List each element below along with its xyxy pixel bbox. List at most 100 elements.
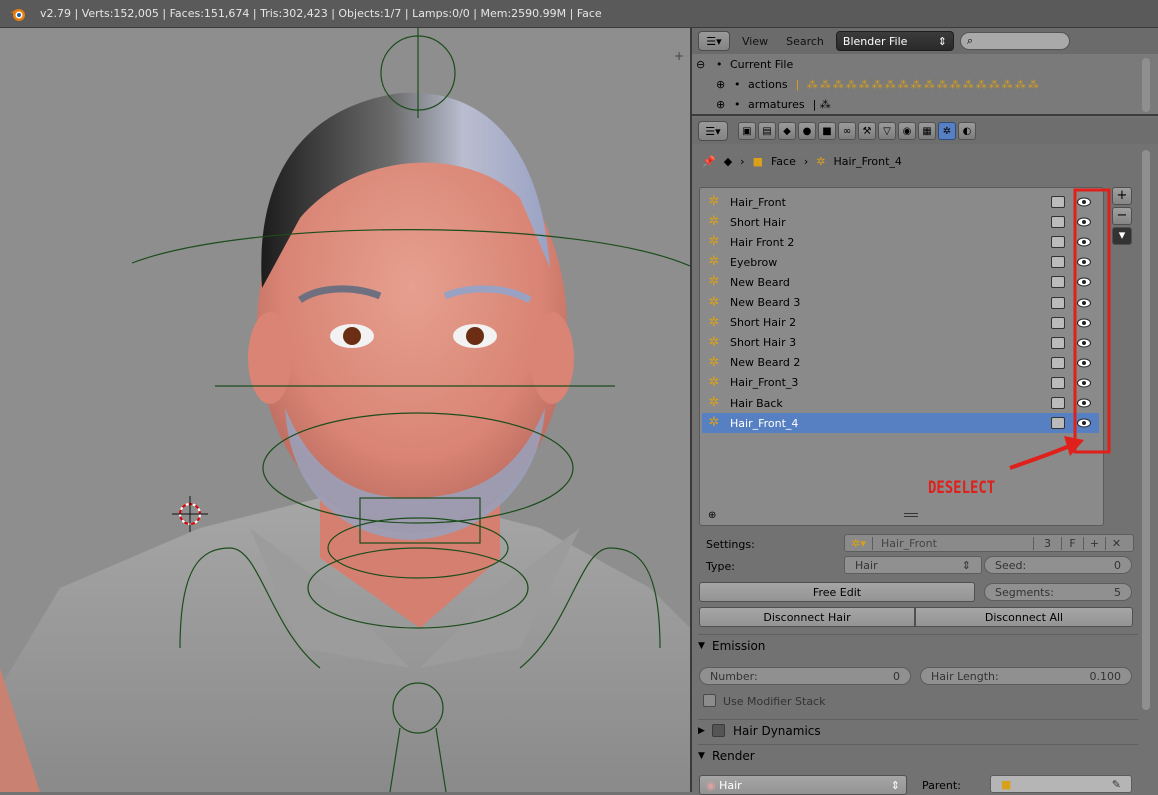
add-particle-system-button[interactable]: +	[1112, 187, 1132, 205]
visibility-eye-icon[interactable]	[1077, 257, 1091, 267]
render-as-select[interactable]: ◉ Hair ⇕	[699, 775, 907, 795]
particle-system-row[interactable]: ✲ Eyebrow	[702, 252, 1099, 272]
emission-panel-header[interactable]: ▼ Emission	[698, 634, 1138, 656]
display-mode-select[interactable]: Blender File ⇕	[835, 31, 954, 51]
visibility-eye-icon[interactable]	[1077, 418, 1091, 428]
render-panel-header[interactable]: ▼ Render	[698, 744, 1138, 766]
visibility-eye-icon[interactable]	[1077, 237, 1091, 247]
render-toggle-icon[interactable]	[1051, 316, 1065, 329]
expand-icon[interactable]: ⊕	[716, 78, 734, 91]
visibility-eye-icon[interactable]	[1077, 318, 1091, 328]
render-layers-tab-icon[interactable]: ▤	[758, 122, 776, 140]
render-toggle-icon[interactable]	[1051, 356, 1065, 369]
particle-system-name[interactable]: New Beard 3	[730, 296, 800, 309]
menu-view[interactable]: View	[736, 35, 774, 48]
particle-system-row[interactable]: ✲ Hair Front 2	[702, 232, 1099, 252]
hair-dynamics-panel-header[interactable]: ▶ Hair Dynamics	[698, 719, 1138, 741]
material-tab-icon[interactable]: ◉	[898, 122, 916, 140]
use-modifier-stack-checkbox[interactable]	[703, 694, 716, 707]
render-toggle-icon[interactable]	[1051, 376, 1065, 389]
type-select[interactable]: Hair ⇕	[844, 556, 982, 574]
outliner-row[interactable]: ⊕ • armatures | ⁂	[692, 94, 1158, 114]
physics-tab-icon[interactable]: ◐	[958, 122, 976, 140]
particle-system-row[interactable]: ✲ New Beard	[702, 272, 1099, 292]
properties-scrollbar[interactable]	[1142, 150, 1150, 710]
particle-system-row[interactable]: ✲ New Beard 2	[702, 353, 1099, 373]
visibility-eye-icon[interactable]	[1077, 298, 1091, 308]
blender-logo-icon[interactable]	[8, 4, 28, 24]
texture-tab-icon[interactable]: ▦	[918, 122, 936, 140]
particle-system-name[interactable]: Hair_Front_3	[730, 376, 798, 389]
particle-system-name[interactable]: Hair Front 2	[730, 236, 794, 249]
outliner-search-input[interactable]: ⌕	[959, 32, 1070, 50]
world-tab-icon[interactable]: ●	[798, 122, 816, 140]
render-toggle-icon[interactable]	[1051, 256, 1065, 269]
particles-tab-icon[interactable]: ✲	[938, 122, 956, 140]
particle-systems-list[interactable]: ⊕ ✲ Hair_Front ✲ Short Hair ✲ Hair Front 2 ✲ Ey…	[699, 187, 1104, 526]
particle-system-row[interactable]: ✲ Hair_Front_4	[702, 413, 1099, 434]
particle-system-row[interactable]: ✲ Hair Back	[702, 393, 1099, 413]
scene-tab-icon[interactable]: ◆	[778, 122, 796, 140]
particle-system-row[interactable]: ✲ Short Hair	[702, 212, 1099, 232]
specials-menu-button[interactable]: ▾	[1112, 227, 1132, 245]
data-tab-icon[interactable]: ▽	[878, 122, 896, 140]
unlink-settings-icon[interactable]: ✕	[1105, 536, 1127, 550]
pin-icon[interactable]: 📌	[702, 155, 716, 168]
particle-system-row[interactable]: ✲ Hair_Front	[702, 192, 1099, 212]
editor-type-button[interactable]: ☰▾	[698, 31, 730, 51]
outliner-row[interactable]: ⊖ • Current File	[692, 54, 1158, 74]
editor-type-button[interactable]: ☰▾	[698, 121, 728, 141]
particles-settings-icon[interactable]: ✲▾	[845, 536, 873, 550]
visibility-eye-icon[interactable]	[1077, 398, 1091, 408]
constraints-tab-icon[interactable]: ∞	[838, 122, 856, 140]
render-toggle-icon[interactable]	[1051, 417, 1065, 430]
list-filter-icon[interactable]: ⊕	[708, 510, 716, 521]
hair-dynamics-checkbox[interactable]	[712, 724, 725, 737]
render-toggle-icon[interactable]	[1051, 336, 1065, 349]
particle-system-row[interactable]: ✲ Short Hair 2	[702, 313, 1099, 333]
collapse-icon[interactable]: ⊖	[696, 58, 716, 71]
particle-system-name[interactable]: New Beard 2	[730, 356, 800, 369]
particle-system-name[interactable]: Hair_Front	[730, 196, 786, 209]
particle-system-name[interactable]: New Beard	[730, 276, 790, 289]
new-settings-icon[interactable]: +	[1083, 536, 1105, 550]
outliner-row[interactable]: ⊕ • actions | ⁂⁂⁂⁂⁂⁂⁂⁂⁂⁂⁂⁂⁂⁂⁂⁂⁂⁂	[692, 74, 1158, 94]
render-toggle-icon[interactable]	[1051, 196, 1065, 208]
segments-field[interactable]: Segments: 5	[984, 583, 1132, 601]
particle-system-name[interactable]: Eyebrow	[730, 256, 777, 269]
render-tab-icon[interactable]: ▣	[738, 122, 756, 140]
expand-icon[interactable]: ⊕	[716, 98, 734, 111]
render-toggle-icon[interactable]	[1051, 296, 1065, 309]
object-tab-icon[interactable]: ■	[818, 122, 836, 140]
particle-system-name[interactable]: Hair Back	[730, 397, 783, 410]
hair-length-field[interactable]: Hair Length: 0.100	[920, 667, 1132, 685]
render-toggle-icon[interactable]	[1051, 397, 1065, 409]
visibility-eye-icon[interactable]	[1077, 197, 1091, 207]
eyedropper-icon[interactable]: ✎	[1112, 778, 1121, 791]
outliner-scrollbar[interactable]	[1142, 58, 1150, 112]
disconnect-all-button[interactable]: Disconnect All	[915, 607, 1133, 627]
settings-datablock[interactable]: ✲▾ Hair_Front 3 F + ✕	[844, 534, 1134, 552]
parent-field[interactable]: ■ ✎	[990, 775, 1132, 793]
menu-search[interactable]: Search	[780, 35, 830, 48]
visibility-eye-icon[interactable]	[1077, 358, 1091, 368]
particle-system-row[interactable]: ✲ New Beard 3	[702, 293, 1099, 313]
3d-viewport[interactable]: +	[0, 28, 690, 792]
particle-system-name[interactable]: Short Hair	[730, 216, 786, 229]
list-resize-handle[interactable]	[904, 513, 918, 517]
particle-system-row[interactable]: ✲ Short Hair 3	[702, 333, 1099, 353]
render-toggle-icon[interactable]	[1051, 216, 1065, 229]
visibility-eye-icon[interactable]	[1077, 338, 1091, 348]
viewport-add-region-icon[interactable]: +	[674, 50, 686, 62]
render-toggle-icon[interactable]	[1051, 276, 1065, 289]
number-field[interactable]: Number: 0	[699, 667, 911, 685]
visibility-eye-icon[interactable]	[1077, 378, 1091, 388]
seed-field[interactable]: Seed: 0	[984, 556, 1132, 574]
render-toggle-icon[interactable]	[1051, 236, 1065, 249]
disconnect-hair-button[interactable]: Disconnect Hair	[699, 607, 915, 627]
particle-system-row[interactable]: ✲ Hair_Front_3	[702, 373, 1099, 393]
free-edit-button[interactable]: Free Edit	[699, 582, 975, 602]
remove-particle-system-button[interactable]: −	[1112, 207, 1132, 225]
visibility-eye-icon[interactable]	[1077, 277, 1091, 287]
particle-system-name[interactable]: Short Hair 2	[730, 316, 796, 329]
